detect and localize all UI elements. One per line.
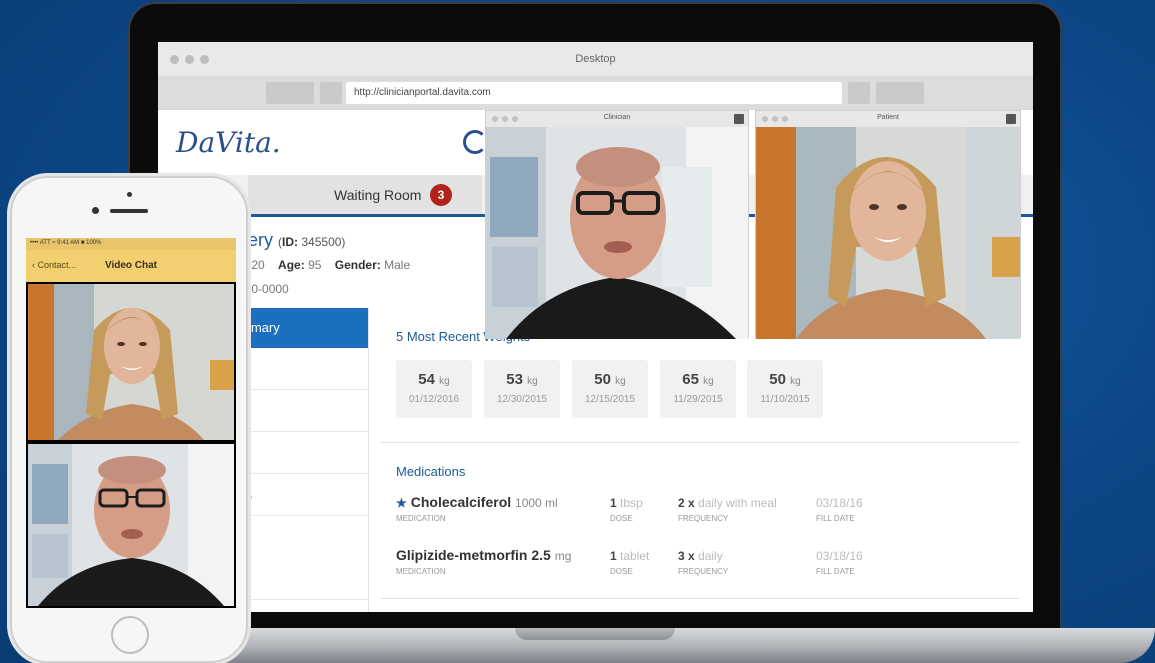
- smartphone: •••• ATT ≈ 9:41 AM ■ 100% ‹ Contact... V…: [10, 176, 248, 663]
- dose-unit: tbsp: [620, 496, 643, 510]
- weight-value: 50: [769, 371, 786, 388]
- browser-titlebar: Desktop: [158, 42, 1033, 76]
- frequency-text: daily with meal: [698, 496, 777, 510]
- dose-num: 1: [610, 496, 617, 510]
- fill-date-caption: FILL DATE: [816, 567, 855, 576]
- dose-caption: DOSE: [610, 567, 633, 576]
- laptop-screen: Desktop http://clinicianportal.davita.co…: [158, 42, 1033, 612]
- age-label: Age:: [278, 258, 305, 272]
- weight-unit: kg: [615, 376, 626, 387]
- frequency-caption: FREQUENCY: [678, 514, 729, 523]
- back-forward-button[interactable]: [266, 82, 314, 104]
- weight-card: 50 kg 11/10/2015: [747, 360, 823, 418]
- weight-date: 12/15/2015: [584, 394, 636, 405]
- star-icon[interactable]: ★: [396, 496, 407, 510]
- sidebar-divider: [368, 308, 369, 612]
- medications-title: Medications: [396, 464, 466, 479]
- medication-amount-unit: mg: [554, 549, 572, 563]
- weight-value: 50: [594, 371, 611, 388]
- patient-video-feed: [756, 127, 1020, 339]
- proximity-sensor: [127, 192, 132, 197]
- video-titlebar: Patient: [756, 111, 1020, 127]
- clinician-video-feed: [486, 127, 748, 339]
- patient-name: nery (ID: 345500): [238, 230, 345, 251]
- medication-row[interactable]: ★ Cholecalciferol 1000 ml MEDICATION 1 tb…: [396, 494, 1033, 528]
- clinician-video-window[interactable]: Clinician: [485, 110, 749, 339]
- tab-label: Waiting Room: [334, 187, 422, 203]
- davita-logo: DaVita.: [176, 126, 281, 159]
- video-titlebar: Clinician: [486, 111, 748, 127]
- video-window-title: Patient: [877, 114, 899, 121]
- phone-title: Video Chat: [104, 260, 158, 271]
- id-label: ID:: [282, 235, 299, 249]
- medication-amount-num: 2.5: [531, 547, 551, 563]
- id-value: 345500: [301, 235, 342, 249]
- weight-value: 53: [506, 371, 523, 388]
- section-divider: [380, 598, 1020, 599]
- patient-details: 1920 Age: 95 Gender: Male: [238, 258, 410, 272]
- fill-date: 03/18/16: [816, 549, 863, 563]
- weight-card: 50 kg 12/15/2015: [572, 360, 648, 418]
- weight-date: 01/12/2016: [408, 394, 460, 405]
- weight-value: 54: [418, 371, 435, 388]
- clinician-video-feed: [28, 444, 234, 606]
- patient-video-window[interactable]: Patient: [755, 110, 1021, 339]
- weight-date: 11/29/2015: [673, 394, 723, 405]
- browser-toolbar: http://clinicianportal.davita.com: [158, 76, 1033, 110]
- weight-unit: kg: [439, 376, 450, 387]
- weight-card: 53 kg 12/30/2015: [484, 360, 560, 418]
- medication-caption: MEDICATION: [396, 567, 446, 576]
- address-bar[interactable]: http://clinicianportal.davita.com: [346, 82, 842, 104]
- tab-waiting-room[interactable]: Waiting Room 3: [248, 175, 482, 214]
- popout-icon[interactable]: [1006, 114, 1016, 124]
- frequency-text: daily: [698, 549, 723, 563]
- phone-nav-bar: ‹ Contact... Video Chat: [26, 250, 236, 282]
- patient-video-feed: [28, 284, 234, 440]
- phone-screen: •••• ATT ≈ 9:41 AM ■ 100% ‹ Contact... V…: [26, 238, 236, 608]
- fill-date-caption: FILL DATE: [816, 514, 855, 523]
- earpiece-speaker: [110, 209, 148, 213]
- patient-id: (ID: 345500): [278, 235, 346, 249]
- medication-row[interactable]: Glipizide-metmorfin 2.5 mg MEDICATION 1 …: [396, 547, 1033, 581]
- medication-name: Glipizide-metmorfin: [396, 547, 528, 563]
- waiting-count-badge: 3: [430, 184, 452, 206]
- weight-card: 54 kg 01/12/2016: [396, 360, 472, 418]
- age-value: 95: [308, 258, 322, 272]
- dose-caption: DOSE: [610, 514, 633, 523]
- status-bar: •••• ATT ≈ 9:41 AM ■ 100%: [26, 238, 236, 250]
- video-window-title: Clinician: [603, 114, 631, 121]
- frequency-caption: FREQUENCY: [678, 567, 729, 576]
- home-button[interactable]: [111, 616, 149, 654]
- weight-unit: kg: [790, 376, 801, 387]
- share-button[interactable]: [848, 82, 870, 104]
- dose-unit: tablet: [620, 549, 650, 563]
- tabs-button[interactable]: [876, 82, 924, 104]
- medication-amount: 1000 ml: [515, 496, 558, 510]
- reload-button[interactable]: [320, 82, 342, 104]
- weight-date: 12/30/2015: [496, 394, 548, 405]
- frequency-num: 2 x: [678, 496, 695, 510]
- frequency-num: 3 x: [678, 549, 695, 563]
- gender-label: Gender:: [334, 258, 381, 272]
- front-camera: [92, 207, 99, 214]
- weight-date: 11/10/2015: [760, 394, 810, 405]
- fill-date: 03/18/16: [816, 496, 863, 510]
- dose-num: 1: [610, 549, 617, 563]
- section-divider: [380, 442, 1020, 443]
- weight-unit: kg: [527, 376, 538, 387]
- medication-name: Cholecalciferol: [410, 494, 512, 510]
- weight-card: 65 kg 11/29/2015: [660, 360, 736, 418]
- refresh-icon[interactable]: [463, 130, 487, 154]
- popout-icon[interactable]: [734, 114, 744, 124]
- medication-caption: MEDICATION: [396, 514, 446, 523]
- weight-value: 65: [682, 371, 699, 388]
- gender-value: Male: [384, 258, 411, 272]
- laptop-notch: [515, 628, 675, 640]
- weight-unit: kg: [703, 376, 714, 387]
- window-title: Desktop: [575, 53, 616, 65]
